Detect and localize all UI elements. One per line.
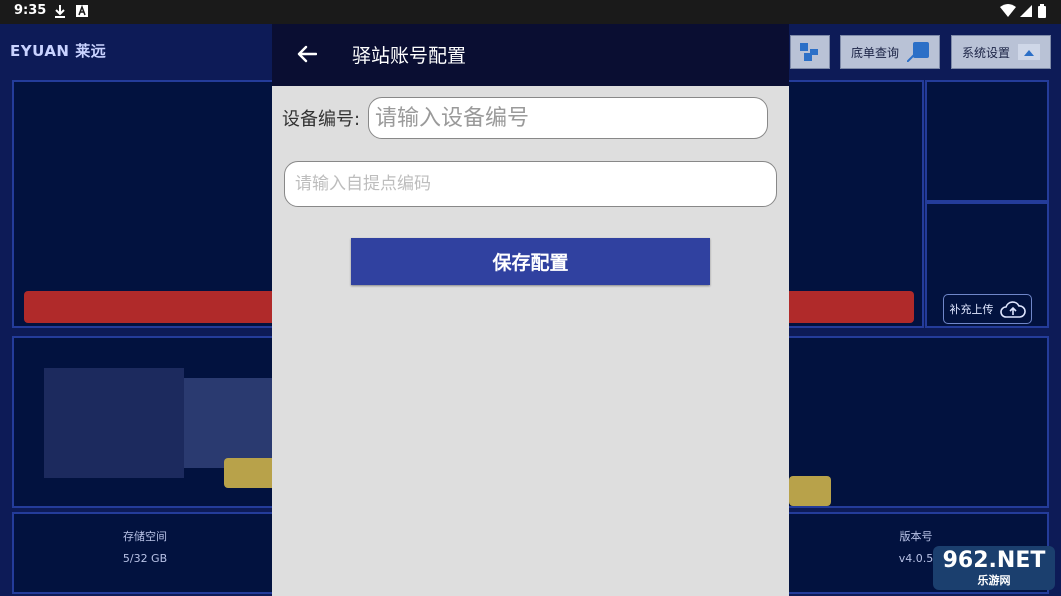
watermark-top: 962.NET [942,548,1046,573]
device-number-row: 设备编号: [282,97,768,139]
device-number-input[interactable] [368,97,768,139]
version-label: 版本号 [899,530,933,543]
receipt-query-button[interactable]: 底单查询 [840,35,940,69]
watermark-bottom: 乐游网 [977,574,1011,587]
storage-stat: 存储空间 5/32 GB [95,528,195,565]
building-graphic [44,368,184,478]
dialog-header: 驿站账号配置 [272,24,789,86]
status-bar: 9:35 [0,0,1061,24]
dialog-title: 驿站账号配置 [352,45,467,67]
system-settings-button[interactable]: 系统设置 [951,35,1051,69]
building-graphic [184,378,274,468]
receipt-query-label: 底单查询 [850,45,899,60]
site-watermark: 962.NET 乐游网 [933,546,1055,590]
supplement-upload-button[interactable]: 补充上传 [943,294,1032,324]
system-settings-label: 系统设置 [961,45,1010,60]
side-panel-top [925,80,1049,202]
back-button[interactable] [294,41,320,67]
barrier-graphic [789,476,831,506]
signal-icon [1020,5,1032,17]
storage-value: 5/32 GB [122,552,168,565]
download-icon [55,5,65,18]
settings-icon [1018,44,1040,60]
save-config-button[interactable]: 保存配置 [351,238,710,285]
grid-button[interactable] [790,35,830,69]
arrow-left-icon [297,45,317,63]
a-badge-icon [76,4,88,17]
battery-icon [1038,4,1046,18]
storage-label: 存储空间 [123,530,167,543]
pickup-point-code-input[interactable] [284,161,777,207]
wifi-icon [1000,4,1016,17]
status-time: 9:35 [14,3,47,18]
device-number-label: 设备编号: [282,109,361,130]
query-icon [907,42,929,62]
barrier-graphic [224,458,276,488]
station-account-config-dialog: 驿站账号配置 设备编号: 保存配置 [272,24,789,596]
app-logo: EYUAN 莱远 [10,42,107,60]
cloud-upload-icon [999,301,1026,318]
grid-icon [800,43,818,61]
upload-label: 补充上传 [949,303,994,316]
